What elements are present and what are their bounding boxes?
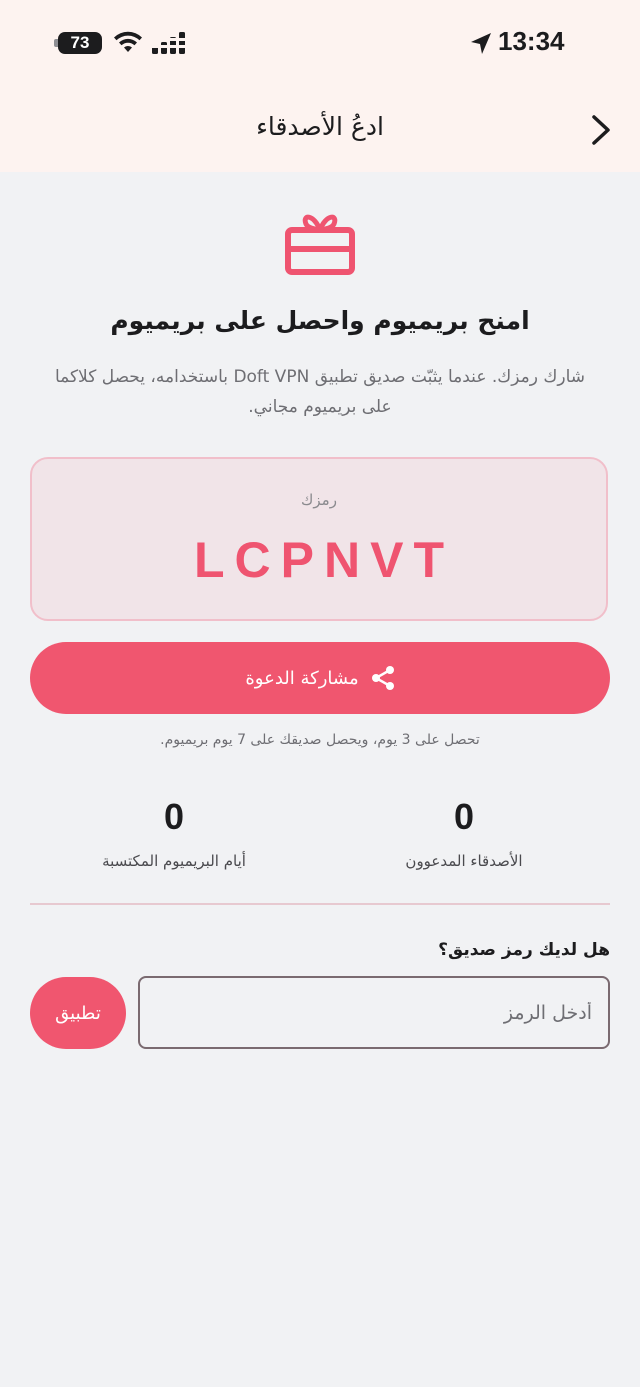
reward-note: تحصل على 3 يوم، ويحصل صديقك على 7 يوم بر… xyxy=(160,732,480,748)
premium-days-count: 0 xyxy=(163,796,185,837)
headline: امنح بريميوم واحصل على بريميوم xyxy=(110,306,530,335)
gift-icon xyxy=(285,214,355,275)
friend-code-question: هل لديك رمز صديق؟ xyxy=(438,940,610,960)
status-bar: 73 13:34 xyxy=(0,0,640,88)
header: 73 13:34 ادعُ الأصدقاء xyxy=(0,0,640,172)
premium-days-label: أيام البريميوم المكتسبة xyxy=(102,852,246,870)
battery-indicator: 73 xyxy=(58,32,102,54)
share-button-label: مشاركة الدعوة xyxy=(245,667,359,689)
back-button[interactable] xyxy=(584,112,618,148)
share-icon xyxy=(371,666,394,690)
friend-code-input[interactable] xyxy=(138,976,610,1049)
referral-code-card[interactable]: رمزك LCPNVT xyxy=(30,457,608,621)
description: شارك رمزك. عندما يثبّت صديق تطبيق Doft V… xyxy=(54,367,586,417)
page-title: ادعُ الأصدقاء xyxy=(256,112,384,141)
divider xyxy=(30,903,610,905)
friends-invited-count: 0 xyxy=(453,796,475,837)
apply-button[interactable]: تطبيق xyxy=(30,977,126,1049)
chevron-right-icon xyxy=(592,115,610,145)
share-invite-button[interactable]: مشاركة الدعوة xyxy=(30,642,610,714)
status-time: 13:34 xyxy=(498,26,565,56)
location-arrow-icon xyxy=(471,33,491,54)
referral-code[interactable]: LCPNVT xyxy=(32,531,606,589)
code-label: رمزك xyxy=(301,491,337,509)
cellular-signal-icon xyxy=(152,32,186,54)
wifi-icon xyxy=(114,31,142,52)
friends-invited-label: الأصدقاء المدعوون xyxy=(405,852,523,870)
